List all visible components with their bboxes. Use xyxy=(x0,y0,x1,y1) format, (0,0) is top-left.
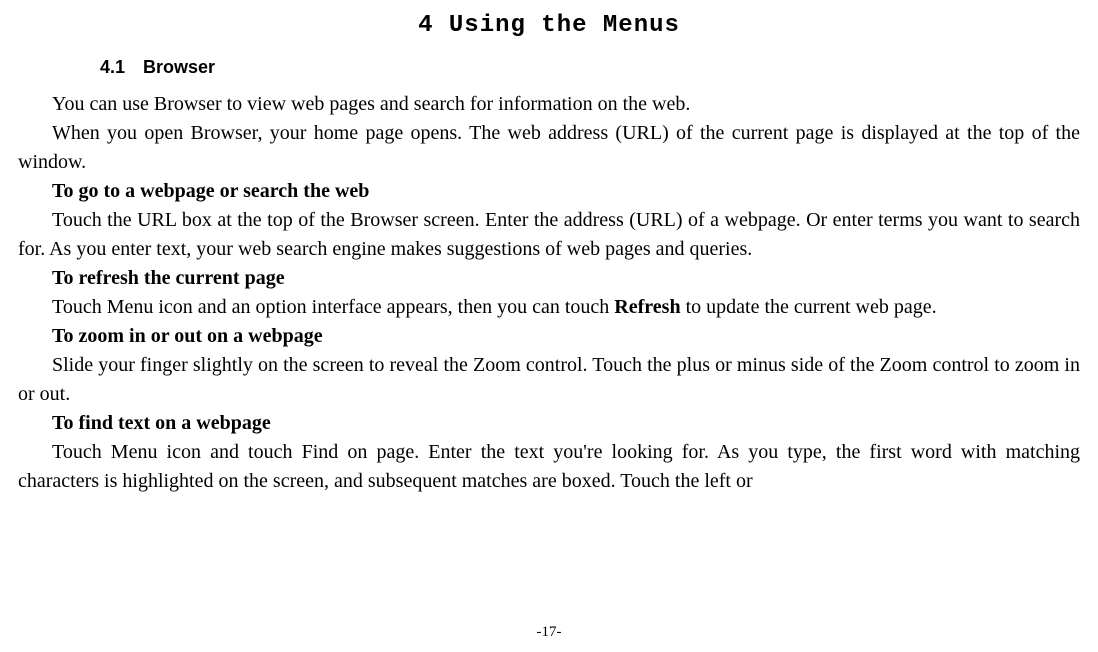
paragraph: Touch Menu icon and touch Find on page. … xyxy=(18,438,1080,496)
paragraph: You can use Browser to view web pages an… xyxy=(18,90,1080,119)
section-number: 4.1 xyxy=(100,57,125,78)
text-run: Touch Menu icon and an option interface … xyxy=(52,296,614,318)
paragraph: Touch Menu icon and an option interface … xyxy=(18,293,1080,322)
paragraph: Touch the URL box at the top of the Brow… xyxy=(18,206,1080,264)
page-number: -17- xyxy=(0,624,1098,641)
paragraph: When you open Browser, your home page op… xyxy=(18,119,1080,177)
section-title: Browser xyxy=(143,57,215,77)
chapter-title: 4 Using the Menus xyxy=(18,12,1080,39)
sub-heading: To zoom in or out on a webpage xyxy=(18,322,1080,351)
text-run-bold: Refresh xyxy=(614,296,680,318)
sub-heading: To refresh the current page xyxy=(18,264,1080,293)
section-heading: 4.1 Browser xyxy=(18,57,1080,78)
document-page: 4 Using the Menus 4.1 Browser You can use… xyxy=(0,0,1098,652)
text-run: to update the current web page. xyxy=(681,296,937,318)
paragraph: Slide your finger slightly on the screen… xyxy=(18,351,1080,409)
sub-heading: To find text on a webpage xyxy=(18,409,1080,438)
sub-heading: To go to a webpage or search the web xyxy=(18,177,1080,206)
